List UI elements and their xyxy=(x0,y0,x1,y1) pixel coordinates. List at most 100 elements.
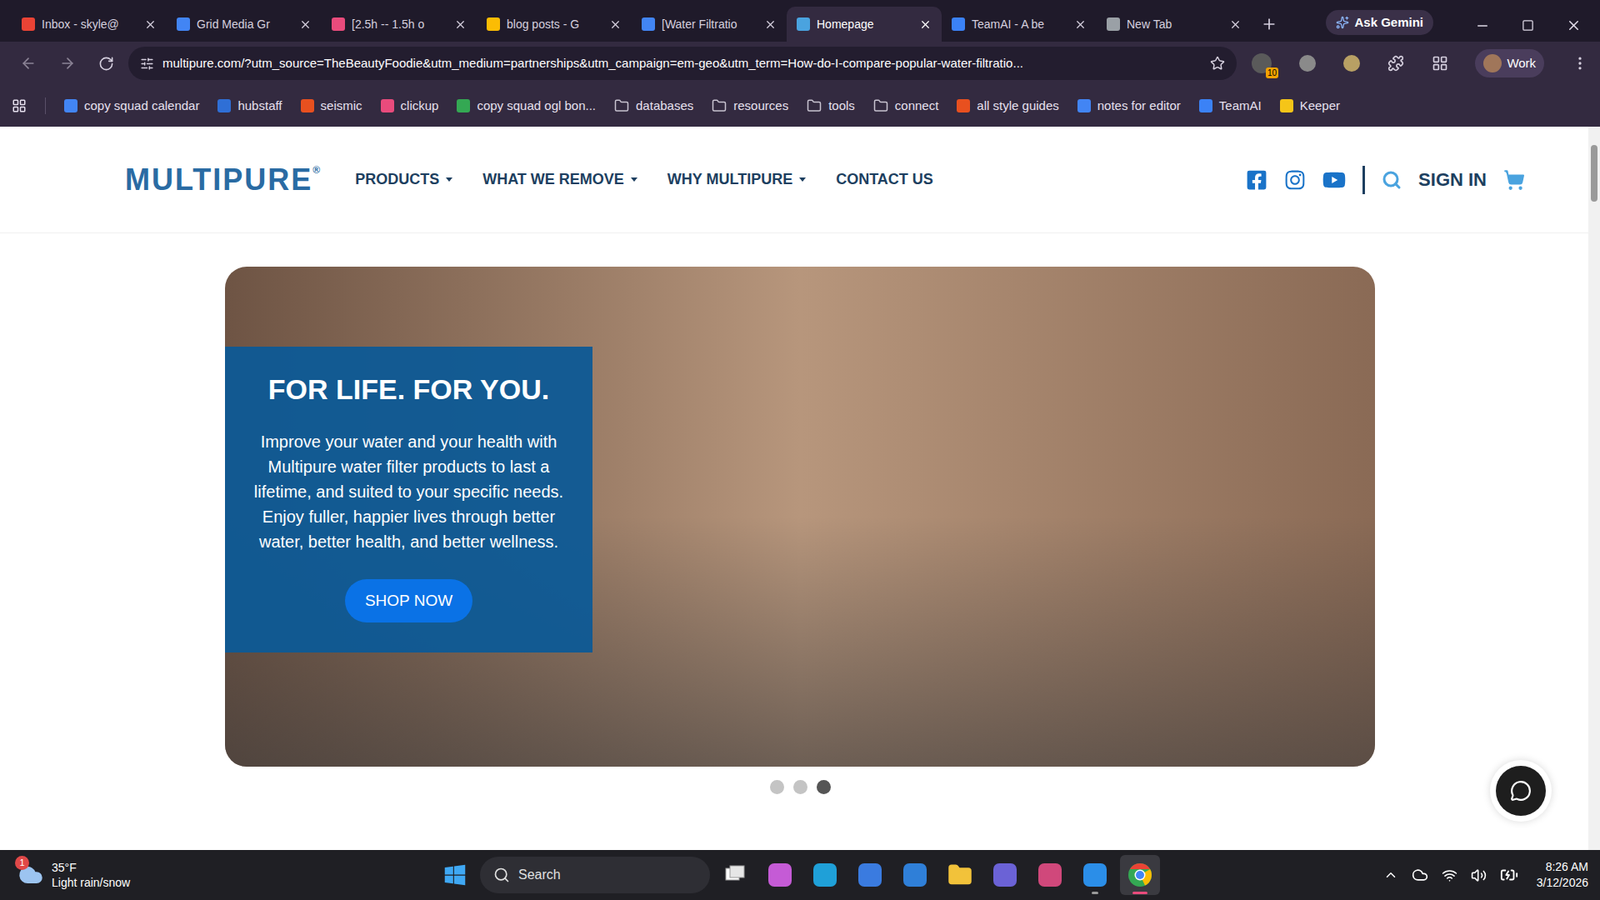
extension-gold-icon[interactable] xyxy=(1343,55,1360,72)
taskbar-app[interactable] xyxy=(1030,855,1070,895)
taskbar-app[interactable] xyxy=(715,855,755,895)
bookmark[interactable]: notes for editor xyxy=(1077,96,1181,116)
weather-widget[interactable]: 135°FLight rain/snow xyxy=(18,860,130,890)
side-panel-icon[interactable] xyxy=(1431,55,1449,72)
extension-button[interactable]: 10 xyxy=(1251,53,1272,74)
store-icon xyxy=(858,863,882,887)
folder-icon xyxy=(614,98,630,114)
close-icon[interactable] xyxy=(144,18,157,31)
battery-icon[interactable] xyxy=(1500,865,1519,885)
youtube-icon[interactable] xyxy=(1322,168,1346,192)
multipure-logo[interactable]: MULTIPURE® xyxy=(125,165,322,195)
window-close-icon[interactable] xyxy=(1565,17,1582,34)
chat-icon xyxy=(1510,780,1532,802)
bookmark[interactable]: copy squad ogl bon... xyxy=(456,96,596,116)
shop-now-button[interactable]: SHOP NOW xyxy=(345,579,473,624)
close-icon[interactable] xyxy=(1229,18,1242,31)
bookmark[interactable]: clickup xyxy=(380,96,440,116)
browser-tab[interactable]: Homepage xyxy=(786,6,942,42)
folder-icon xyxy=(806,98,822,114)
bookmark[interactable]: resources xyxy=(711,96,789,116)
start-button[interactable] xyxy=(435,855,475,895)
profile-button[interactable]: Work xyxy=(1475,49,1545,78)
close-icon[interactable] xyxy=(764,18,777,31)
close-icon[interactable] xyxy=(919,18,932,31)
browser-tab[interactable]: Grid Media Gr xyxy=(166,6,322,42)
ask-gemini-button[interactable]: Ask Gemini xyxy=(1325,10,1434,35)
site-info-icon[interactable] xyxy=(140,56,155,71)
chevron-up-icon[interactable] xyxy=(1383,867,1399,883)
instagram-icon[interactable] xyxy=(1284,169,1306,191)
browser-tab[interactable]: New Tab xyxy=(1096,6,1252,42)
chat-button[interactable] xyxy=(1490,760,1552,822)
carousel-dot[interactable] xyxy=(793,780,808,795)
bookmark[interactable]: connect xyxy=(873,96,940,116)
maximize-icon[interactable] xyxy=(1521,19,1535,32)
carousel-dot[interactable] xyxy=(770,780,785,795)
menu-icon[interactable] xyxy=(1571,55,1589,72)
close-icon[interactable] xyxy=(299,18,312,31)
taskbar-app[interactable] xyxy=(985,855,1025,895)
browser-tab[interactable]: TeamAI - A be xyxy=(941,6,1097,42)
favicon-icon xyxy=(380,99,395,113)
bookmark[interactable]: hubstaff xyxy=(217,96,282,116)
reload-icon[interactable] xyxy=(98,55,115,72)
browser-tab[interactable]: Inbox - skyle@ xyxy=(11,6,167,42)
open-indicator xyxy=(1132,891,1148,895)
tab-label: [2.5h -- 1.5h o xyxy=(351,15,448,34)
onedrive-icon[interactable] xyxy=(1411,866,1429,884)
clock[interactable]: 8:26 AM3/12/2026 xyxy=(1536,859,1589,891)
bookmark[interactable]: databases xyxy=(614,96,694,116)
search-icon[interactable] xyxy=(1381,170,1402,190)
nav-item[interactable]: PRODUCTS xyxy=(355,168,453,191)
folder-icon xyxy=(947,862,973,888)
scrollbar[interactable] xyxy=(1588,126,1600,850)
forward-icon[interactable] xyxy=(59,55,76,72)
extensions-icon[interactable] xyxy=(1387,55,1405,72)
browser-tab[interactable]: blog posts - G xyxy=(476,6,632,42)
weather-temp: 35°F xyxy=(51,860,130,875)
back-icon[interactable] xyxy=(20,55,37,72)
carousel-dots xyxy=(770,780,831,795)
tab-label: blog posts - G xyxy=(506,15,603,34)
taskbar-app[interactable] xyxy=(850,855,890,895)
taskbar-app[interactable] xyxy=(1120,855,1160,895)
taskbar-app[interactable] xyxy=(1075,855,1115,895)
scrollbar-thumb[interactable] xyxy=(1590,145,1598,202)
browser-tab[interactable]: [2.5h -- 1.5h o xyxy=(321,6,477,42)
dropdown-caret-icon xyxy=(445,177,453,182)
bookmark[interactable]: copy squad calendar xyxy=(64,96,200,116)
bookmark[interactable]: seismic xyxy=(300,96,363,116)
taskbar-app[interactable] xyxy=(940,855,980,895)
bookmark[interactable]: Keeper xyxy=(1280,96,1340,116)
carousel-dot[interactable] xyxy=(816,780,831,795)
sign-in-link[interactable]: SIGN IN xyxy=(1418,165,1487,194)
taskbar-search[interactable]: Search xyxy=(480,856,710,894)
taskbar-app[interactable] xyxy=(895,855,935,895)
minimize-icon[interactable] xyxy=(1475,18,1490,34)
close-icon[interactable] xyxy=(609,18,622,31)
extension-k-icon[interactable] xyxy=(1299,55,1316,72)
facebook-icon[interactable] xyxy=(1245,169,1268,191)
taskbar-app[interactable] xyxy=(805,855,845,895)
volume-icon[interactable] xyxy=(1470,867,1487,884)
taskbar: 135°FLight rain/snow Search 8:26 AM3/12/20… xyxy=(0,850,1600,900)
favicon-icon xyxy=(1199,99,1213,113)
address-bar[interactable]: multipure.com/?utm_source=TheBeautyFoodi… xyxy=(128,46,1237,80)
apps-icon[interactable] xyxy=(11,98,27,114)
nav-item[interactable]: CONTACT US xyxy=(835,168,934,191)
close-icon[interactable] xyxy=(1074,18,1087,31)
nav-item[interactable]: WHY MULTIPURE xyxy=(667,168,806,191)
bookmark[interactable]: TeamAI xyxy=(1199,96,1262,116)
browser-tab[interactable]: [Water Filtratio xyxy=(631,6,787,42)
nav-item[interactable]: WHAT WE REMOVE xyxy=(482,168,638,191)
cart-icon[interactable] xyxy=(1503,169,1525,191)
bookmark-star-icon[interactable] xyxy=(1210,55,1225,71)
wifi-icon[interactable] xyxy=(1441,867,1458,884)
new-tab-button[interactable] xyxy=(1256,11,1282,37)
bookmark[interactable]: all style guides xyxy=(956,96,1059,116)
taskbar-app[interactable] xyxy=(760,855,800,895)
close-icon[interactable] xyxy=(454,18,467,31)
bookmark[interactable]: tools xyxy=(806,96,855,116)
favicon-icon xyxy=(956,99,970,113)
